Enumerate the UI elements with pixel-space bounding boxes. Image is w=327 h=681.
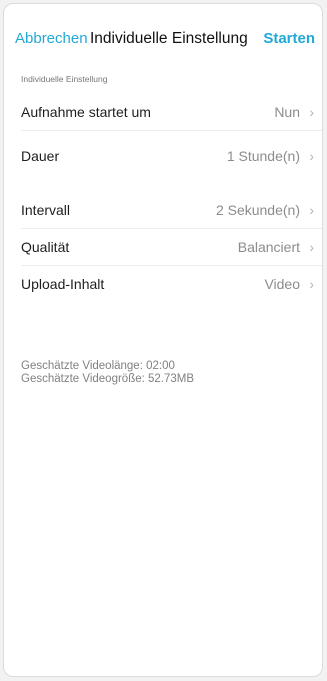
- setting-label: Upload-Inhalt: [21, 276, 105, 292]
- chevron-right-icon: ›: [309, 148, 314, 164]
- setting-value: Video: [264, 276, 300, 292]
- estimated-video-length: Geschätzte Videolänge: 02:00: [21, 360, 175, 372]
- setting-label: Dauer: [21, 148, 60, 164]
- setting-row-start-time[interactable]: Aufnahme startet um Nun ›: [21, 94, 322, 131]
- section-label: Individuelle Einstellung: [21, 74, 108, 84]
- setting-value: Nun: [274, 104, 300, 120]
- setting-label: Aufnahme startet um: [21, 104, 151, 120]
- chevron-right-icon: ›: [309, 239, 314, 255]
- setting-row-interval[interactable]: Intervall 2 Sekunde(n) ›: [21, 192, 322, 229]
- setting-label: Qualität: [21, 239, 70, 255]
- setting-row-duration[interactable]: Dauer 1 Stunde(n) ›: [21, 138, 322, 175]
- setting-label: Intervall: [21, 202, 71, 218]
- start-button[interactable]: Starten: [263, 30, 315, 47]
- estimated-video-size: Geschätzte Videogröße: 52.73MB: [21, 373, 195, 385]
- setting-value: 2 Sekunde(n): [215, 202, 300, 218]
- navigation-bar: Abbrechen Individuelle Einstellung Start…: [4, 4, 322, 66]
- setting-value: Balanciert: [237, 239, 300, 255]
- setting-row-quality[interactable]: Qualität Balanciert ›: [21, 229, 322, 266]
- page-title: Individuelle Einstellung: [90, 30, 248, 47]
- setting-row-upload-content[interactable]: Upload-Inhalt Video ›: [21, 266, 322, 303]
- chevron-right-icon: ›: [309, 276, 314, 292]
- setting-value: 1 Stunde(n): [226, 148, 300, 164]
- cancel-button[interactable]: Abbrechen: [15, 30, 88, 47]
- settings-screen: Abbrechen Individuelle Einstellung Start…: [3, 3, 323, 677]
- chevron-right-icon: ›: [309, 104, 314, 120]
- chevron-right-icon: ›: [309, 202, 314, 218]
